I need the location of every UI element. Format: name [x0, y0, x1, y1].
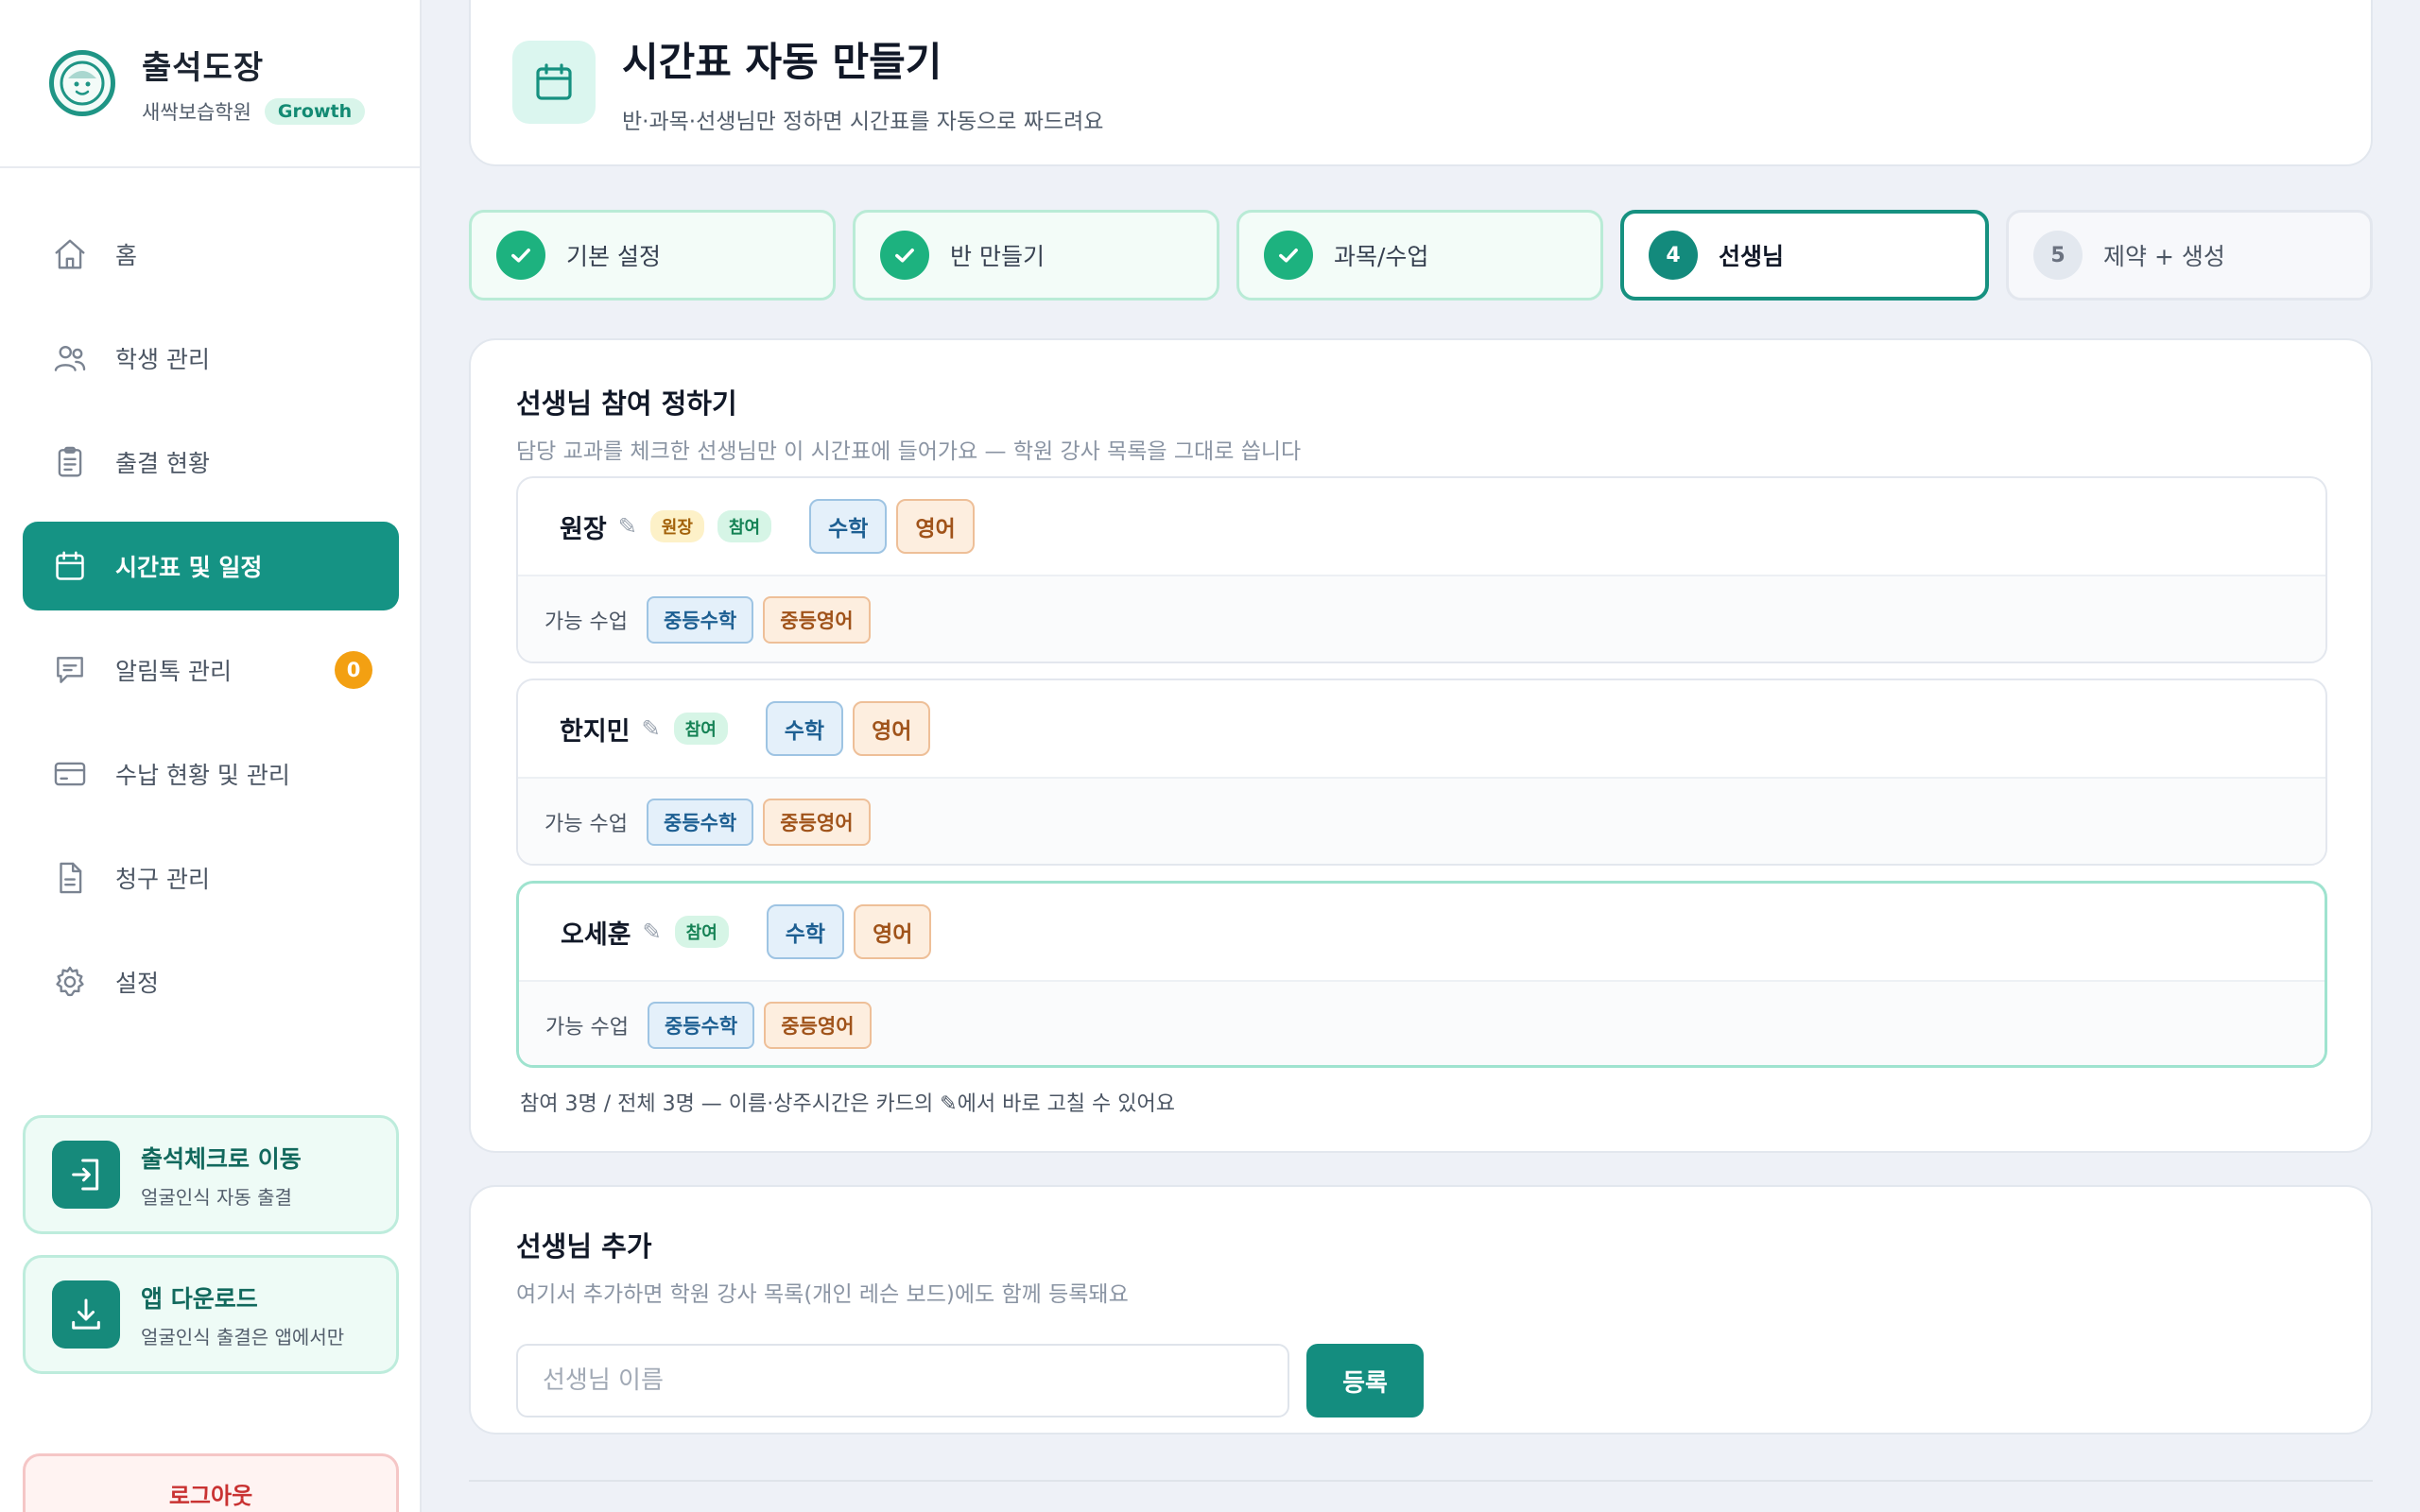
- subject-chip-math[interactable]: 수학: [809, 499, 888, 554]
- teacher-participation-section: 선생님 참여 정하기 담당 교과를 체크한 선생님만 이 시간표에 들어가요 —…: [469, 338, 2373, 1153]
- subject-chip-english[interactable]: 영어: [854, 904, 932, 959]
- card-icon: [51, 755, 89, 793]
- sidebar-nav: 홈 학생 관리 출결 현황 시간표 및 일정 알림톡 관리 0 수납 현황 및 …: [23, 210, 399, 1041]
- gear-icon: [51, 963, 89, 1001]
- teacher-name-input[interactable]: [516, 1344, 1289, 1418]
- step-label: 선생님: [1719, 243, 1785, 270]
- teacher-card[interactable]: 한지민 ✎ 참여 수학 영어 가능 수업 중등수학 중등영어: [516, 679, 2327, 866]
- app-download-button[interactable]: 앱 다운로드 얼굴인식 출결은 앱에서만: [23, 1255, 399, 1374]
- step-number: 4: [1649, 231, 1698, 280]
- class-chip[interactable]: 중등수학: [647, 1002, 755, 1049]
- step-create-classes[interactable]: 반 만들기: [853, 210, 1219, 301]
- participating-badge[interactable]: 참여: [717, 510, 772, 542]
- divider: [469, 1480, 2373, 1482]
- promo-subtitle: 얼굴인식 자동 출결: [141, 1185, 292, 1209]
- go-to-checkin-button[interactable]: 출석체크로 이동 얼굴인식 자동 출결: [23, 1115, 399, 1234]
- sidebar-item-alimtalk[interactable]: 알림톡 관리 0: [23, 626, 399, 714]
- class-chip[interactable]: 중등영어: [763, 799, 871, 846]
- promo-subtitle: 얼굴인식 출결은 앱에서만: [141, 1325, 345, 1349]
- promo-title: 앱 다운로드: [141, 1284, 258, 1313]
- logout-button[interactable]: 로그아웃: [23, 1453, 399, 1512]
- sidebar-item-payments[interactable]: 수납 현황 및 관리: [23, 730, 399, 818]
- enter-icon: [52, 1141, 120, 1209]
- section-subtitle: 담당 교과를 체크한 선생님만 이 시간표에 들어가요 — 학원 강사 목록을 …: [516, 439, 1302, 464]
- users-icon: [51, 339, 89, 377]
- edit-icon[interactable]: ✎: [642, 715, 661, 742]
- step-label: 반 만들기: [950, 243, 1045, 270]
- subject-chip-english[interactable]: 영어: [896, 499, 975, 554]
- sidebar-item-timetable[interactable]: 시간표 및 일정: [23, 522, 399, 610]
- brand-logo-icon: [49, 50, 115, 116]
- sidebar-item-label: 수납 현황 및 관리: [115, 762, 290, 789]
- step-constraints-generate[interactable]: 5 제약 + 생성: [2006, 210, 2373, 301]
- sidebar-item-home[interactable]: 홈: [23, 210, 399, 299]
- participation-summary: 참여 3명 / 전체 3명 — 이름·상주시간은 카드의 ✎에서 바로 고칠 수…: [520, 1092, 1175, 1116]
- participating-badge[interactable]: 참여: [674, 916, 729, 948]
- calendar-icon: [512, 41, 596, 124]
- teacher-name: 한지민: [560, 716, 631, 747]
- sidebar-item-label: 청구 관리: [115, 866, 210, 893]
- class-chip[interactable]: 중등수학: [646, 596, 754, 644]
- sidebar-item-label: 알림톡 관리: [115, 658, 232, 685]
- role-badge: 원장: [649, 510, 704, 542]
- plan-badge: Growth: [264, 97, 366, 125]
- register-button[interactable]: 등록: [1306, 1344, 1424, 1418]
- step-label: 기본 설정: [566, 243, 661, 270]
- teacher-name: 원장: [560, 514, 607, 544]
- check-icon: [496, 231, 545, 280]
- sidebar-item-label: 홈: [115, 242, 138, 269]
- teacher-card[interactable]: 원장 ✎ 원장 참여 수학 영어 가능 수업 중등수학 중등영어: [516, 476, 2327, 663]
- step-label: 과목/수업: [1334, 243, 1429, 270]
- teacher-card[interactable]: 오세훈 ✎ 참여 수학 영어 가능 수업 중등수학 중등영어: [516, 881, 2327, 1068]
- teacher-name: 오세훈: [561, 919, 631, 950]
- page-subtitle: 반·과목·선생님만 정하면 시간표를 자동으로 짜드려요: [622, 109, 1104, 134]
- available-classes-label: 가능 수업: [544, 610, 628, 634]
- document-icon: [51, 859, 89, 897]
- available-classes-label: 가능 수업: [545, 1016, 629, 1040]
- sidebar-item-attendance[interactable]: 출결 현황: [23, 418, 399, 507]
- sidebar-item-students[interactable]: 학생 관리: [23, 314, 399, 403]
- step-number: 5: [2033, 231, 2083, 280]
- academy-name: 새싹보습학원: [142, 100, 251, 124]
- subject-chip-math[interactable]: 수학: [766, 904, 845, 959]
- section-title: 선생님 참여 정하기: [516, 387, 737, 420]
- participating-badge[interactable]: 참여: [673, 713, 728, 745]
- clipboard-icon: [51, 443, 89, 481]
- class-chip[interactable]: 중등영어: [764, 1002, 872, 1049]
- class-chip[interactable]: 중등수학: [646, 799, 754, 846]
- check-icon: [880, 231, 929, 280]
- page-title: 시간표 자동 만들기: [622, 38, 942, 85]
- class-chip[interactable]: 중등영어: [763, 596, 871, 644]
- edit-icon[interactable]: ✎: [643, 919, 662, 945]
- brand-name: 출석도장: [142, 48, 265, 87]
- check-icon: [1264, 231, 1313, 280]
- sidebar-item-label: 출결 현황: [115, 450, 210, 477]
- brand: 출석도장 새싹보습학원 Growth: [0, 0, 420, 168]
- edit-icon[interactable]: ✎: [618, 513, 637, 540]
- section-title: 선생님 추가: [516, 1230, 652, 1263]
- section-subtitle: 여기서 추가하면 학원 강사 목록(개인 레슨 보드)에도 함께 등록돼요: [516, 1282, 1129, 1307]
- sidebar-item-billing[interactable]: 청구 관리: [23, 833, 399, 922]
- chat-icon: [51, 651, 89, 689]
- page-header: 시간표 자동 만들기 반·과목·선생님만 정하면 시간표를 자동으로 짜드려요: [469, 0, 2373, 166]
- sidebar: 출석도장 새싹보습학원 Growth 홈 학생 관리 출결 현황 시간표 및 일…: [0, 0, 422, 1512]
- step-basic-settings[interactable]: 기본 설정: [469, 210, 836, 301]
- sidebar-item-settings[interactable]: 설정: [23, 937, 399, 1026]
- subject-chip-math[interactable]: 수학: [765, 701, 844, 756]
- step-teachers[interactable]: 4 선생님: [1620, 210, 1989, 301]
- sidebar-item-label: 시간표 및 일정: [115, 554, 263, 581]
- subject-chip-english[interactable]: 영어: [853, 701, 931, 756]
- home-icon: [51, 235, 89, 273]
- promo-title: 출석체크로 이동: [141, 1144, 302, 1173]
- step-label: 제약 + 생성: [2103, 243, 2225, 270]
- sidebar-item-label: 학생 관리: [115, 346, 210, 373]
- available-classes-label: 가능 수업: [544, 813, 628, 836]
- step-subjects[interactable]: 과목/수업: [1236, 210, 1603, 301]
- notification-count-badge: 0: [335, 651, 372, 689]
- wizard-steps: 기본 설정 반 만들기 과목/수업 4 선생님 5 제약 + 생성: [469, 210, 2373, 301]
- calendar-icon: [51, 547, 89, 585]
- download-icon: [52, 1280, 120, 1349]
- sidebar-item-label: 설정: [115, 970, 160, 997]
- add-teacher-section: 선생님 추가 여기서 추가하면 학원 강사 목록(개인 레슨 보드)에도 함께 …: [469, 1185, 2373, 1435]
